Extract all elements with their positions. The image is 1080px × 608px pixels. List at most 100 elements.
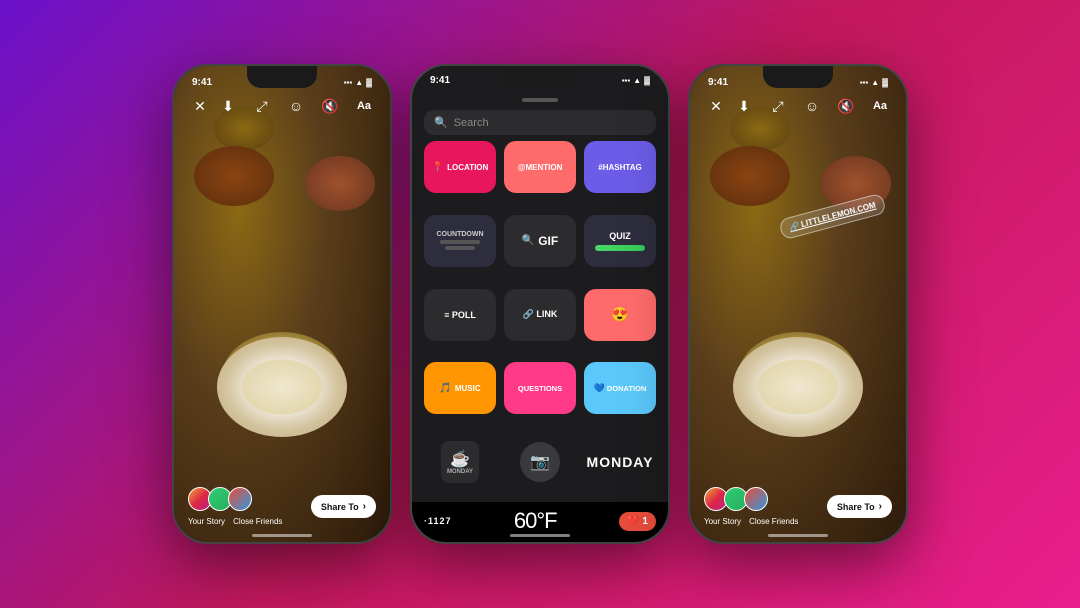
expand-icon-3[interactable]: ⤢	[766, 94, 790, 118]
mention-label: @MENTION	[518, 163, 563, 172]
phone-1: 9:41 ▪▪▪ ▲ ▓ ✕ ⬇ ⤢ ☺ 🔇 Aa	[172, 64, 392, 544]
download-icon-3[interactable]: ⬇	[732, 94, 756, 118]
search-icon: 🔍	[434, 116, 448, 129]
signal-icon-2: ▪▪▪	[622, 76, 631, 85]
sticker-link[interactable]: 🔗 LINK	[504, 289, 576, 341]
time-1: 9:41	[192, 77, 212, 88]
your-story-label-3: Your Story	[704, 517, 741, 526]
story-toolbar-1: ✕ ⬇ ⤢ ☺ 🔇 Aa	[174, 94, 390, 118]
status-icons-3: ▪▪▪ ▲ ▓	[860, 78, 888, 87]
poll-label: ≡ POLL	[444, 310, 476, 320]
time-3: 9:41	[708, 77, 728, 88]
phone-3: 🔗 LITTLELEMON.COM 9:41 ▪▪▪ ▲ ▓ ✕ ⬇ ⤢ ☺ 🔇…	[688, 64, 908, 544]
status-bar-3: 9:41 ▪▪▪ ▲ ▓	[690, 70, 906, 94]
sticker-music[interactable]: 🎵 MUSIC	[424, 362, 496, 414]
signal-icon-3: ▪▪▪	[860, 78, 869, 87]
battery-icon-3: ▓	[882, 78, 888, 87]
sticker-gif[interactable]: 🔍 GIF	[504, 215, 576, 267]
location-label: LOCATION	[447, 163, 488, 172]
hashtag-label: #HASHTAG	[598, 163, 641, 172]
share-to-label-3: Share To	[837, 502, 875, 512]
avatar-extra-3	[744, 487, 768, 511]
home-indicator-3	[768, 534, 828, 537]
countdown-bar2	[445, 246, 475, 250]
panel-handle	[522, 98, 558, 102]
avatar-row-1	[188, 487, 248, 511]
mute-icon-1[interactable]: 🔇	[318, 94, 342, 118]
story-toolbar-3: ✕ ⬇ ⤢ ☺ 🔇 Aa	[690, 94, 906, 118]
link-label: 🔗 LINK	[523, 309, 558, 320]
bottom-labels-3: Your Story Close Friends	[704, 517, 798, 526]
signal-icon-1: ▪▪▪	[344, 78, 353, 87]
emoji-icon: 😍	[611, 306, 628, 323]
sticker-search-bar[interactable]: 🔍 Search	[424, 110, 656, 135]
text-icon-1[interactable]: Aa	[352, 94, 376, 118]
location-icon: 📍	[432, 162, 444, 173]
share-arrow-3: ›	[879, 501, 882, 512]
share-to-button-3[interactable]: Share To ›	[827, 495, 892, 518]
wifi-icon-3: ▲	[871, 78, 879, 87]
face-icon-1[interactable]: ☺	[284, 94, 308, 118]
battery-icon-2: ▓	[644, 76, 650, 85]
home-indicator-1	[252, 534, 312, 537]
share-to-button-1[interactable]: Share To ›	[311, 495, 376, 518]
monday-emoji: ☕	[450, 449, 470, 469]
download-icon-1[interactable]: ⬇	[216, 94, 240, 118]
time-2: 9:41	[430, 75, 450, 86]
status-bar-1: 9:41 ▪▪▪ ▲ ▓	[174, 70, 390, 94]
phone-2: 9:41 ▪▪▪ ▲ ▓ 🔍 Search 📍 LOCATION	[410, 64, 670, 544]
gif-label: GIF	[538, 234, 558, 248]
sticker-emoji-slider[interactable]: 😍	[584, 289, 656, 341]
status-icons-2: ▪▪▪ ▲ ▓	[622, 76, 650, 85]
close-friends-label-3: Close Friends	[749, 517, 798, 526]
sticker-location[interactable]: 📍 LOCATION	[424, 141, 496, 193]
sticker-quiz[interactable]: QUIZ	[584, 215, 656, 267]
heart-count: 1	[642, 516, 648, 527]
sticker-panel: 9:41 ▪▪▪ ▲ ▓ 🔍 Search 📍 LOCATION	[412, 66, 668, 542]
gif-search-icon: 🔍	[522, 235, 534, 246]
countdown-label: COUNTDOWN	[436, 231, 483, 238]
story-bottom-1: Your Story Close Friends Share To ›	[174, 487, 390, 526]
mute-icon-3[interactable]: 🔇	[834, 94, 858, 118]
sticker-mention[interactable]: @MENTION	[504, 141, 576, 193]
sticker-donation[interactable]: 💙 DONATION	[584, 362, 656, 414]
music-icon: 🎵	[439, 383, 451, 394]
heart-icon: ❤️	[627, 516, 639, 527]
heart-badge[interactable]: ❤️ 1	[619, 512, 656, 531]
story-bottom-3: Your Story Close Friends Share To ›	[690, 487, 906, 526]
wifi-icon-1: ▲	[355, 78, 363, 87]
avatar-extra-1	[228, 487, 252, 511]
toolbar-right-1: ⬇ ⤢ ☺ 🔇 Aa	[216, 94, 376, 118]
camera-icon: 📷	[520, 442, 560, 482]
share-to-label-1: Share To	[321, 502, 359, 512]
sticker-questions[interactable]: QUESTIONS	[504, 362, 576, 414]
story-avatars-labels-1: Your Story Close Friends	[188, 487, 282, 526]
sticker-countdown[interactable]: COUNTDOWN	[424, 215, 496, 267]
quiz-bar	[595, 245, 645, 251]
status-icons-1: ▪▪▪ ▲ ▓	[344, 78, 372, 87]
your-story-label-1: Your Story	[188, 517, 225, 526]
sticker-hashtag[interactable]: #HASHTAG	[584, 141, 656, 193]
battery-icon-1: ▓	[366, 78, 372, 87]
close-friends-label-1: Close Friends	[233, 517, 282, 526]
sticker-poll[interactable]: ≡ POLL	[424, 289, 496, 341]
close-icon-3[interactable]: ✕	[704, 94, 728, 118]
bottom-labels-1: Your Story Close Friends	[188, 517, 282, 526]
quiz-label: QUIZ	[609, 231, 631, 241]
expand-icon-1[interactable]: ⤢	[250, 94, 274, 118]
face-icon-3[interactable]: ☺	[800, 94, 824, 118]
monday-sticker-card: ☕ MONDAY	[441, 441, 479, 483]
sticker-camera-btn[interactable]: 📷	[504, 436, 576, 488]
sticker-day[interactable]: MONDAY	[584, 436, 656, 488]
sticker-monday[interactable]: ☕ MONDAY	[424, 436, 496, 488]
close-icon-1[interactable]: ✕	[188, 94, 212, 118]
counter-text: ·1127	[424, 516, 452, 526]
share-arrow-1: ›	[363, 501, 366, 512]
text-icon-3[interactable]: Aa	[868, 94, 892, 118]
status-bar-2: 9:41 ▪▪▪ ▲ ▓	[412, 66, 668, 90]
monday-text: MONDAY	[447, 469, 473, 475]
questions-label: QUESTIONS	[518, 384, 562, 393]
story-avatars-labels-3: Your Story Close Friends	[704, 487, 798, 526]
toolbar-right-3: ⬇ ⤢ ☺ 🔇 Aa	[732, 94, 892, 118]
countdown-bar	[440, 240, 480, 244]
